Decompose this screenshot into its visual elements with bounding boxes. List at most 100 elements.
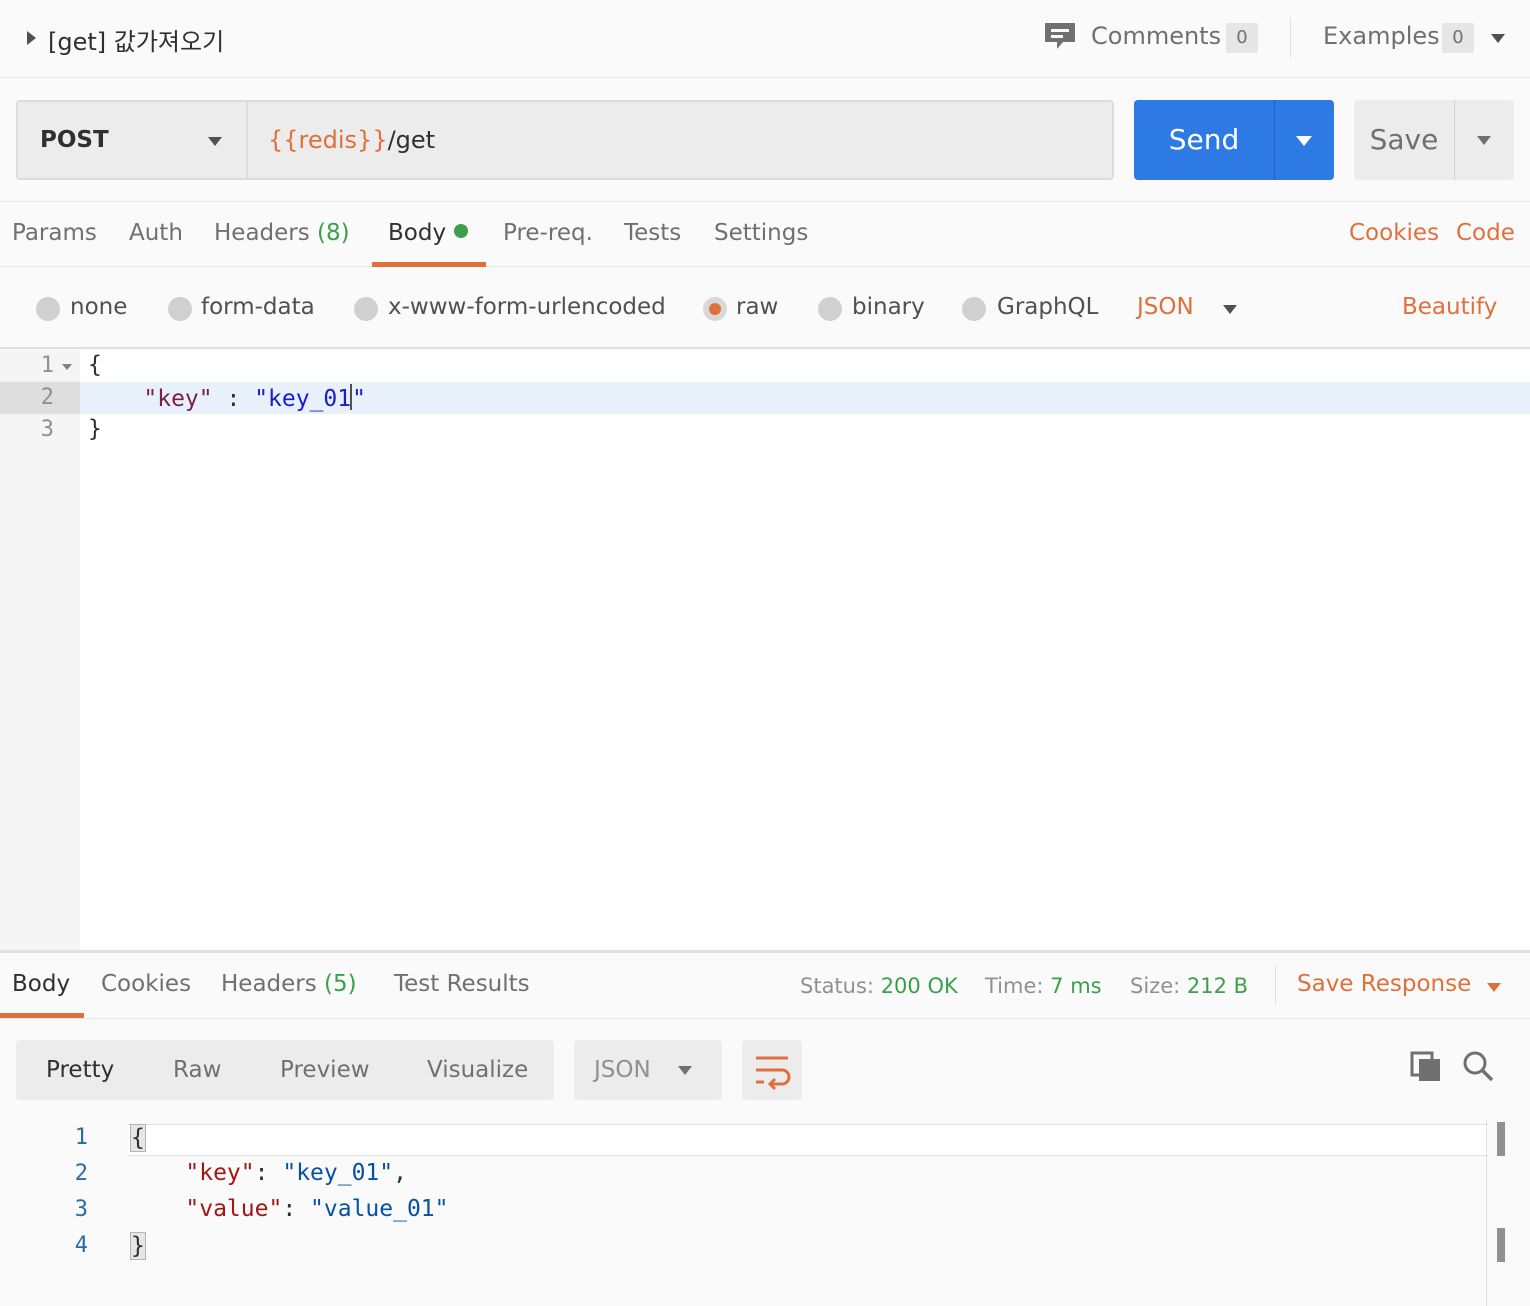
size-value: 212 B [1186, 974, 1249, 998]
save-button[interactable]: Save [1354, 100, 1454, 180]
view-tab-preview[interactable]: Preview [280, 1057, 370, 1083]
json-key: "value" [185, 1196, 283, 1222]
beautify-link[interactable]: Beautify [1402, 294, 1497, 320]
chevron-down-icon[interactable] [1487, 983, 1501, 992]
code-line: } [130, 1232, 146, 1260]
json-separator: : [212, 386, 255, 412]
line-number: 3 [74, 1197, 88, 1222]
response-format-select[interactable]: JSON [574, 1040, 722, 1100]
examples-count-badge: 0 [1442, 23, 1474, 53]
size-label: Size: [1130, 974, 1181, 998]
resp-tab-headers[interactable]: Headers (5) [221, 971, 357, 997]
code-line: { [88, 352, 102, 378]
chevron-down-icon [1477, 136, 1491, 145]
resp-tab-cookies[interactable]: Cookies [101, 971, 191, 997]
copy-icon[interactable] [1410, 1051, 1442, 1083]
cookies-link[interactable]: Cookies [1349, 220, 1439, 246]
code-line: "value": "value_01" [185, 1196, 449, 1222]
tab-settings[interactable]: Settings [714, 220, 808, 246]
code-line: } [88, 416, 102, 442]
active-tab-underline [0, 1013, 84, 1018]
radio-urlencoded-label[interactable]: x-www-form-urlencoded [388, 294, 666, 320]
wrap-lines-button[interactable] [742, 1040, 802, 1100]
resp-tab-body[interactable]: Body [12, 971, 70, 997]
method-select[interactable]: POST [16, 100, 248, 180]
response-body-viewer[interactable]: 1 2 3 4 { "key": "key_01", "value": "val… [0, 1120, 1530, 1306]
radio-binary-label[interactable]: binary [852, 294, 925, 320]
view-tab-visualize[interactable]: Visualize [427, 1057, 528, 1083]
matched-brace: } [130, 1232, 146, 1260]
divider [1275, 965, 1276, 1005]
url-text: {{redis}}/get [268, 126, 435, 154]
radio-none-label[interactable]: none [70, 294, 127, 320]
json-value: "key_01 [254, 386, 352, 412]
radio-urlencoded[interactable] [354, 297, 378, 321]
radio-raw[interactable] [703, 297, 727, 321]
radio-graphql-label[interactable]: GraphQL [997, 294, 1098, 320]
url-path: /get [387, 126, 436, 154]
json-value: "value_01" [310, 1196, 449, 1222]
send-button[interactable]: Send [1134, 100, 1274, 180]
active-tab-underline [372, 262, 486, 267]
request-body-editor[interactable]: 1 2 3 { "key" : "key_01" } [0, 350, 1530, 950]
tab-auth[interactable]: Auth [129, 220, 183, 246]
resp-tab-test-results[interactable]: Test Results [394, 971, 530, 997]
status-label: Status: [800, 974, 874, 998]
body-format-select[interactable]: JSON [1137, 294, 1194, 320]
scrollbar-track[interactable] [1486, 1120, 1487, 1306]
comment-icon[interactable] [1043, 22, 1077, 52]
expand-arrow-icon[interactable] [27, 31, 36, 45]
comments-button[interactable]: Comments [1091, 22, 1221, 50]
url-input[interactable]: {{redis}}/get [246, 100, 1114, 180]
line-number: 3 [40, 417, 54, 442]
code-line: "key" : "key_01" [88, 384, 366, 412]
send-options-button[interactable] [1274, 100, 1334, 180]
resp-tab-headers-count: (5) [324, 971, 357, 997]
line-number: 4 [74, 1233, 88, 1258]
tab-body[interactable]: Body [388, 220, 469, 246]
tab-headers-label: Headers [214, 220, 310, 246]
line-number: 1 [74, 1125, 88, 1150]
view-tab-raw[interactable]: Raw [173, 1057, 221, 1083]
fold-arrow-icon[interactable] [62, 364, 72, 370]
matched-brace: { [130, 1124, 146, 1152]
tab-body-label: Body [388, 220, 447, 246]
response-tabs: Body Cookies Headers (5) Test Results St… [0, 953, 1530, 1019]
radio-raw-label[interactable]: raw [736, 294, 778, 320]
radio-graphql[interactable] [962, 297, 986, 321]
tab-headers-count: (8) [317, 220, 350, 246]
tab-tests[interactable]: Tests [624, 220, 681, 246]
response-format-label: JSON [594, 1057, 651, 1083]
chevron-down-icon[interactable] [1491, 34, 1505, 43]
radio-form-data-label[interactable]: form-data [201, 294, 315, 320]
status-readout: Status: 200 OK [800, 974, 958, 998]
view-tab-pretty[interactable]: Pretty [46, 1057, 114, 1083]
tab-prereq[interactable]: Pre-req. [503, 220, 593, 246]
request-tabs: Params Auth Headers (8) Body Pre-req. Te… [0, 201, 1530, 267]
resp-tab-headers-label: Headers [221, 971, 317, 997]
examples-button[interactable]: Examples [1323, 22, 1440, 50]
tab-params[interactable]: Params [12, 220, 97, 246]
chevron-down-icon [1296, 136, 1312, 146]
active-line-highlight [128, 1124, 1488, 1156]
json-key: "key" [143, 386, 213, 412]
json-value-close: " [352, 386, 366, 412]
request-title[interactable]: [get] 값가져오기 [48, 22, 224, 57]
radio-none[interactable] [36, 297, 60, 321]
code-link[interactable]: Code [1456, 220, 1515, 246]
radio-form-data[interactable] [168, 297, 192, 321]
scrollbar-marker[interactable] [1497, 1122, 1505, 1156]
body-indicator-dot [454, 224, 469, 238]
time-value: 7 ms [1050, 974, 1102, 998]
response-view-tabs: Pretty Raw Preview Visualize [16, 1040, 554, 1100]
save-response-button[interactable]: Save Response [1297, 971, 1471, 997]
divider [1290, 18, 1291, 58]
chevron-down-icon[interactable] [1223, 305, 1237, 314]
radio-binary[interactable] [818, 297, 842, 321]
search-icon[interactable] [1462, 1050, 1494, 1082]
scrollbar-marker[interactable] [1497, 1228, 1505, 1262]
wrap-lines-icon [756, 1056, 791, 1091]
tab-headers[interactable]: Headers (8) [214, 220, 350, 246]
save-options-button[interactable] [1454, 100, 1514, 180]
code-line: { [130, 1124, 146, 1152]
